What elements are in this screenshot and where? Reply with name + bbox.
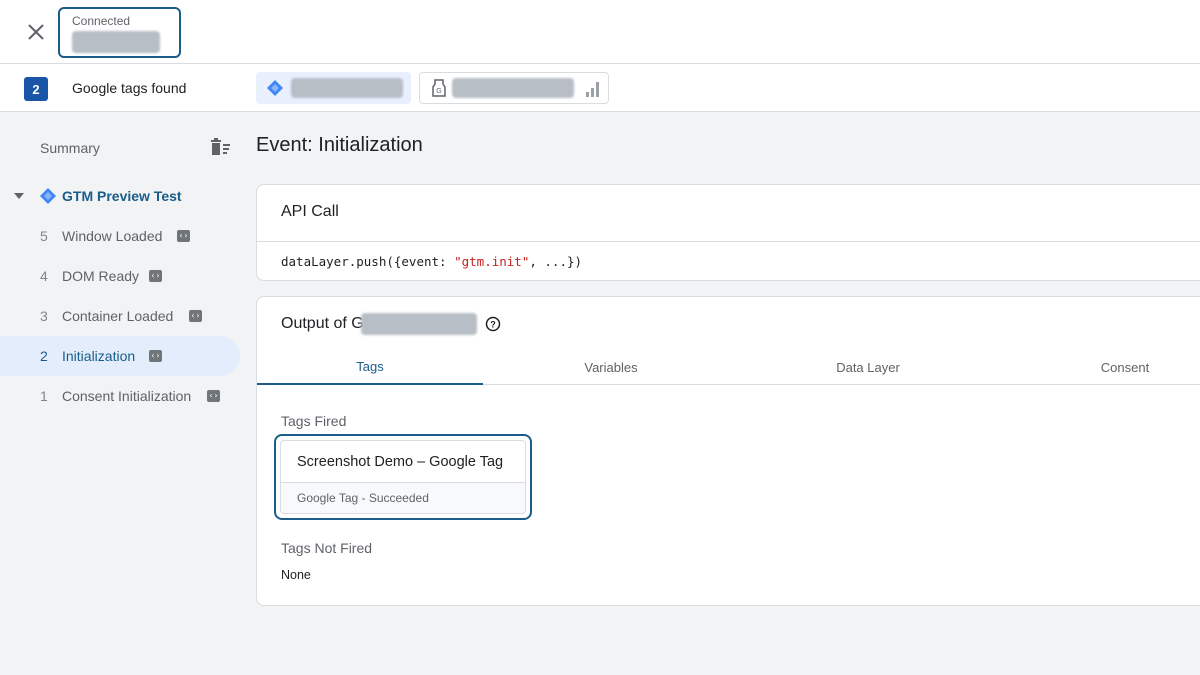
event-label: Consent Initialization [62, 388, 192, 404]
event-number: 5 [40, 228, 48, 244]
sidebar-container-row[interactable]: GTM Preview Test [0, 182, 240, 210]
event-label: Window Loaded [62, 228, 163, 244]
sidebar-event-window-loaded[interactable]: 5 Window Loaded ‹› [0, 216, 240, 256]
gtm-container-id-redacted [291, 78, 403, 98]
output-tag-id-redacted [361, 313, 477, 335]
tab-variables[interactable]: Variables [496, 349, 726, 385]
top-bar: Connected [0, 0, 1200, 64]
svg-text:G: G [436, 88, 441, 95]
code-icon: ‹› [149, 270, 162, 282]
fired-tag-status-text: Google Tag - Succeeded [297, 491, 429, 505]
api-call-code: dataLayer.push({event: "gtm.init", ...}) [281, 254, 582, 269]
output-header: Output of G [281, 315, 364, 332]
sidebar: Summary GTM Preview Test 5 Window Loaded… [0, 112, 248, 675]
tags-found-bar: 2 Google tags found G [0, 64, 1200, 112]
sidebar-event-consent-initialization[interactable]: 1 Consent Initialization ‹› [0, 376, 240, 416]
code-string: "gtm.init" [454, 254, 530, 269]
delete-events-button[interactable] [208, 136, 232, 160]
code-icon: ‹› [207, 390, 220, 402]
tab-data-layer[interactable]: Data Layer [753, 349, 983, 385]
tags-not-fired-label: Tags Not Fired [281, 540, 373, 556]
sidebar-event-dom-ready[interactable]: 4 DOM Ready ‹› [0, 256, 240, 296]
code-suffix: , ...}) [529, 254, 583, 269]
event-label: DOM Ready [62, 268, 140, 284]
gtm-diamond-icon [267, 80, 283, 96]
divider [257, 241, 1200, 242]
code-icon: ‹› [177, 230, 190, 242]
delete-list-icon [211, 138, 230, 155]
tags-count-badge: 2 [24, 77, 48, 101]
help-icon[interactable]: ? [485, 316, 501, 332]
tab-tags[interactable]: Tags [257, 349, 483, 385]
container-name: GTM Preview Test [62, 188, 182, 204]
tags-found-label: Google tags found [72, 80, 187, 96]
output-card: Output of G ? Tags Variables Data Layer … [256, 296, 1200, 606]
close-button[interactable] [20, 16, 52, 48]
connection-status-label: Connected [72, 14, 131, 28]
bar-chart-icon [586, 82, 599, 97]
fired-tag-status: Google Tag - Succeeded [281, 482, 525, 513]
event-number: 4 [40, 268, 48, 284]
tags-not-fired-value: None [281, 568, 311, 582]
sidebar-summary[interactable]: Summary [40, 140, 100, 156]
api-call-header: API Call [281, 203, 339, 220]
code-icon: ‹› [149, 350, 162, 362]
code-prefix: dataLayer.push({event: [281, 254, 455, 269]
event-number: 2 [40, 348, 48, 364]
event-number: 3 [40, 308, 48, 324]
fired-tag-card[interactable]: Screenshot Demo – Google Tag Google Tag … [280, 440, 526, 514]
api-call-card: API Call dataLayer.push({event: "gtm.ini… [256, 184, 1200, 281]
event-label: Initialization [62, 348, 136, 364]
gtm-container-chip[interactable] [256, 72, 411, 104]
tags-fired-label: Tags Fired [281, 413, 347, 429]
event-label: Container Loaded [62, 308, 174, 324]
tab-consent[interactable]: Consent [1010, 349, 1200, 385]
caret-down-icon [14, 193, 24, 199]
connection-status[interactable]: Connected [58, 7, 181, 58]
close-icon [28, 24, 44, 40]
sidebar-event-initialization[interactable]: 2 Initialization ‹› [0, 336, 240, 376]
gtm-diamond-icon [40, 188, 56, 204]
connected-url-redacted [72, 31, 160, 53]
google-tag-id-redacted [452, 78, 574, 98]
fired-tag-name: Screenshot Demo – Google Tag [297, 454, 504, 470]
event-number: 1 [40, 388, 48, 404]
google-tag-icon: G [432, 79, 446, 97]
event-title: Event: Initialization [256, 134, 423, 156]
code-icon: ‹› [189, 310, 202, 322]
google-tag-chip[interactable]: G [419, 72, 609, 104]
sidebar-event-container-loaded[interactable]: 3 Container Loaded ‹› [0, 296, 240, 336]
output-tabs: Tags Variables Data Layer Consent [257, 349, 1200, 385]
svg-text:?: ? [490, 320, 496, 330]
